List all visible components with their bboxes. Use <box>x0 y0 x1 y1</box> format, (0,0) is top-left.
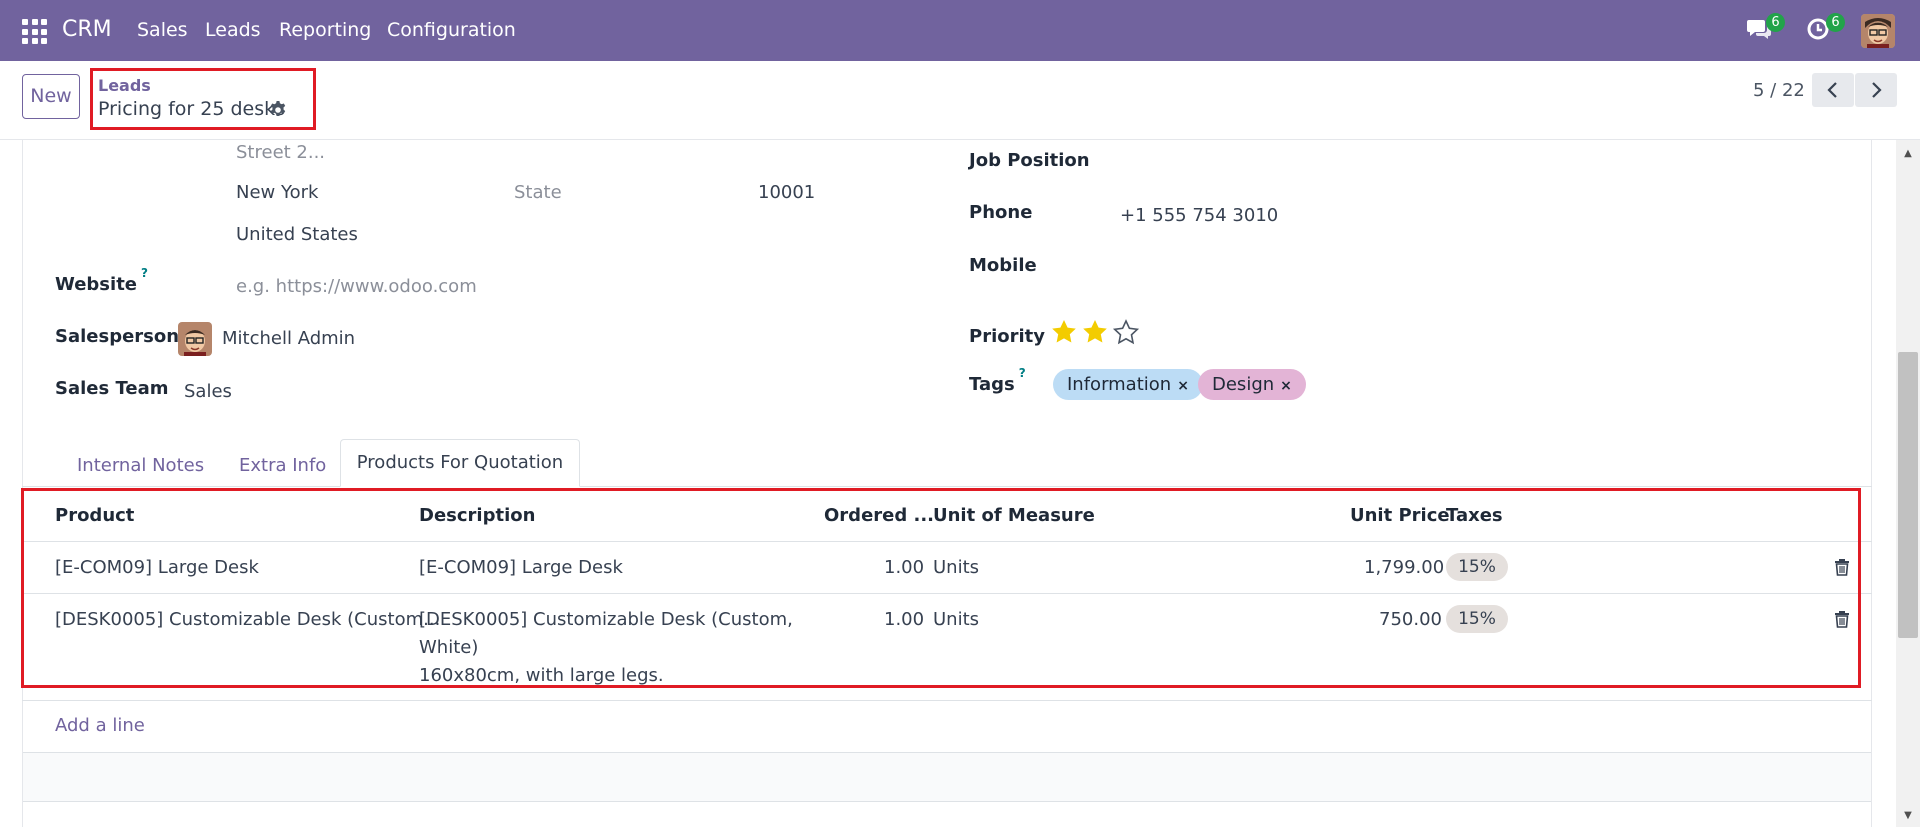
website-field[interactable]: e.g. https://www.odoo.com <box>236 276 477 297</box>
tag-remove-icon[interactable]: × <box>1280 378 1292 394</box>
messages-button[interactable]: 6 <box>1746 13 1785 46</box>
chevron-left-icon <box>1827 82 1837 98</box>
tag-remove-icon[interactable]: × <box>1177 378 1189 394</box>
scroll-up-icon[interactable]: ▲ <box>1902 148 1914 159</box>
sales-team-field[interactable]: Sales <box>184 381 232 402</box>
avatar-face-icon <box>178 322 212 356</box>
tabs-divider <box>22 486 1872 487</box>
city-field[interactable]: New York <box>236 182 318 203</box>
record-title: Pricing for 25 desks <box>98 98 286 120</box>
zip-field[interactable]: 10001 <box>758 182 815 203</box>
app-name[interactable]: CRM <box>62 17 112 42</box>
help-icon[interactable]: ? <box>141 266 148 280</box>
tag-information: Information × <box>1053 369 1203 400</box>
menu-leads[interactable]: Leads <box>205 19 261 41</box>
pager-value: 5 / 22 <box>1753 80 1805 101</box>
priority-star-3-icon[interactable] <box>1112 318 1140 346</box>
salesperson-label: Salesperson <box>55 326 180 347</box>
empty-row <box>23 752 1871 802</box>
phone-field[interactable]: +1 555 754 3010 <box>1120 205 1278 226</box>
menu-sales[interactable]: Sales <box>137 19 188 41</box>
activities-button[interactable]: 6 <box>1806 13 1845 46</box>
scrollbar-thumb[interactable] <box>1898 352 1918 638</box>
pager-next-button[interactable] <box>1855 73 1897 107</box>
top-navbar: CRM Sales Leads Reporting Configuration … <box>0 0 1920 61</box>
sales-team-label: Sales Team <box>55 378 169 399</box>
avatar-face-icon <box>1861 14 1895 48</box>
add-line-link[interactable]: Add a line <box>55 715 145 736</box>
control-panel: New Leads Pricing for 25 desks 5 / 22 <box>0 61 1920 140</box>
tab-products-for-quotation[interactable]: Products For Quotation <box>340 439 580 487</box>
user-avatar[interactable] <box>1861 14 1895 48</box>
priority-star-1-icon[interactable] <box>1050 318 1078 346</box>
mobile-label: Mobile <box>969 255 1037 276</box>
apps-grid-icon[interactable] <box>22 19 47 44</box>
tab-internal-notes[interactable]: Internal Notes <box>77 455 204 476</box>
pager-previous-button[interactable] <box>1812 73 1854 107</box>
scroll-down-icon[interactable]: ▼ <box>1902 810 1914 821</box>
new-button[interactable]: New <box>22 74 80 119</box>
priority-star-2-icon[interactable] <box>1081 318 1109 346</box>
tab-extra-info[interactable]: Extra Info <box>239 455 326 476</box>
salesperson-field[interactable]: Mitchell Admin <box>222 328 355 349</box>
priority-label: Priority <box>969 326 1045 347</box>
activities-count-badge: 6 <box>1826 13 1845 32</box>
breadcrumb-highlight: Leads Pricing for 25 desks <box>90 68 316 130</box>
row-divider <box>22 700 1872 701</box>
chevron-right-icon <box>1872 82 1882 98</box>
tags-label: Tags? <box>969 366 1026 395</box>
menu-configuration[interactable]: Configuration <box>387 19 516 41</box>
tag-design: Design × <box>1198 369 1306 400</box>
country-field[interactable]: United States <box>236 224 358 245</box>
job-position-label: Job Position <box>969 150 1090 171</box>
gear-icon[interactable] <box>268 100 288 120</box>
messages-count-badge: 6 <box>1766 13 1785 32</box>
website-label: Website? <box>55 266 148 295</box>
products-table-highlight <box>21 488 1861 688</box>
state-field[interactable]: State <box>514 182 562 203</box>
salesperson-avatar <box>178 322 212 356</box>
breadcrumb-leads-link[interactable]: Leads <box>98 76 151 95</box>
menu-reporting[interactable]: Reporting <box>279 19 371 41</box>
street2-field[interactable]: Street 2... <box>236 142 325 163</box>
phone-label: Phone <box>969 202 1033 223</box>
help-icon[interactable]: ? <box>1019 366 1026 380</box>
